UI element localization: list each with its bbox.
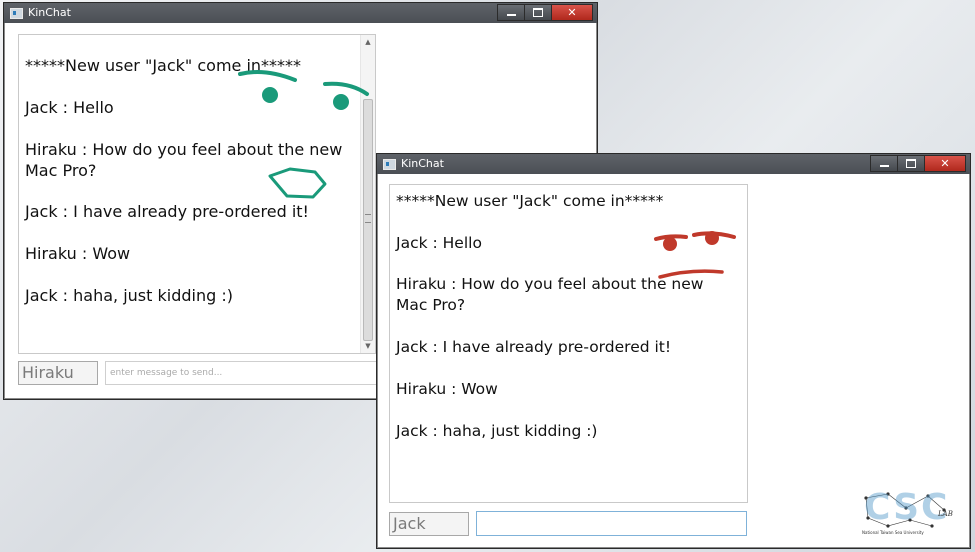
app-icon	[383, 159, 396, 170]
chat-message: Jack : Hello	[25, 98, 114, 117]
close-icon: ✕	[940, 156, 950, 170]
chat-message: *****New user "Jack" come in*****	[25, 56, 302, 75]
csc-lab-logo: CSC LAB National Taiwan Sea University	[858, 488, 958, 538]
scroll-up-icon[interactable]: ▲	[364, 38, 372, 46]
chat-message: Hiraku : How do you feel about the new M…	[25, 140, 343, 180]
logo-letters: CSC	[864, 487, 950, 528]
logo-caption: National Taiwan Sea University	[862, 530, 924, 535]
username-field[interactable]: Jack	[389, 512, 469, 536]
chat-message: Hiraku : Wow	[25, 244, 131, 263]
chat-message: Jack : haha, just kidding :)	[396, 422, 598, 440]
scroll-thumb[interactable]	[363, 99, 373, 341]
vertical-scrollbar[interactable]: ▲ ▼	[360, 35, 375, 353]
minimize-button[interactable]	[497, 4, 525, 21]
scroll-down-icon[interactable]: ▼	[364, 342, 372, 350]
logo-lab: LAB	[938, 510, 953, 518]
title-bar[interactable]: KinChat ✕	[4, 3, 597, 23]
chat-message: Hiraku : How do you feel about the new M…	[396, 275, 704, 314]
chat-message: Jack : Hello	[396, 234, 482, 252]
app-icon	[10, 8, 23, 19]
scroll-grip-icon	[365, 214, 371, 223]
close-icon: ✕	[567, 5, 577, 19]
minimize-button[interactable]	[870, 155, 898, 172]
window-controls: ✕	[497, 4, 593, 21]
maximize-button[interactable]	[524, 4, 552, 21]
minimize-icon	[506, 14, 516, 16]
minimize-icon	[879, 165, 889, 167]
chat-log[interactable]: *****New user "Jack" come in***** Jack :…	[18, 34, 376, 354]
chat-message: Jack : I have already pre-ordered it!	[25, 202, 309, 221]
window-controls: ✕	[870, 155, 966, 172]
message-input[interactable]	[476, 511, 747, 536]
message-list: *****New user "Jack" come in***** Jack :…	[396, 192, 737, 442]
message-list: *****New user "Jack" come in***** Jack :…	[25, 43, 365, 307]
chat-message: Jack : I have already pre-ordered it!	[396, 338, 672, 356]
maximize-icon	[906, 159, 916, 168]
close-button[interactable]: ✕	[924, 155, 966, 172]
chat-message: *****New user "Jack" come in*****	[396, 192, 664, 210]
title-bar[interactable]: KinChat ✕	[377, 154, 970, 174]
window-title: KinChat	[28, 6, 71, 19]
window-title: KinChat	[401, 157, 444, 170]
chat-log[interactable]: *****New user "Jack" come in***** Jack :…	[389, 184, 748, 503]
maximize-button[interactable]	[897, 155, 925, 172]
username-field[interactable]: Hiraku	[18, 361, 98, 385]
maximize-icon	[533, 8, 543, 17]
chat-message: Hiraku : Wow	[396, 380, 498, 398]
close-button[interactable]: ✕	[551, 4, 593, 21]
message-input[interactable]: enter message to send...	[105, 361, 377, 385]
chat-message: Jack : haha, just kidding :)	[25, 286, 233, 305]
